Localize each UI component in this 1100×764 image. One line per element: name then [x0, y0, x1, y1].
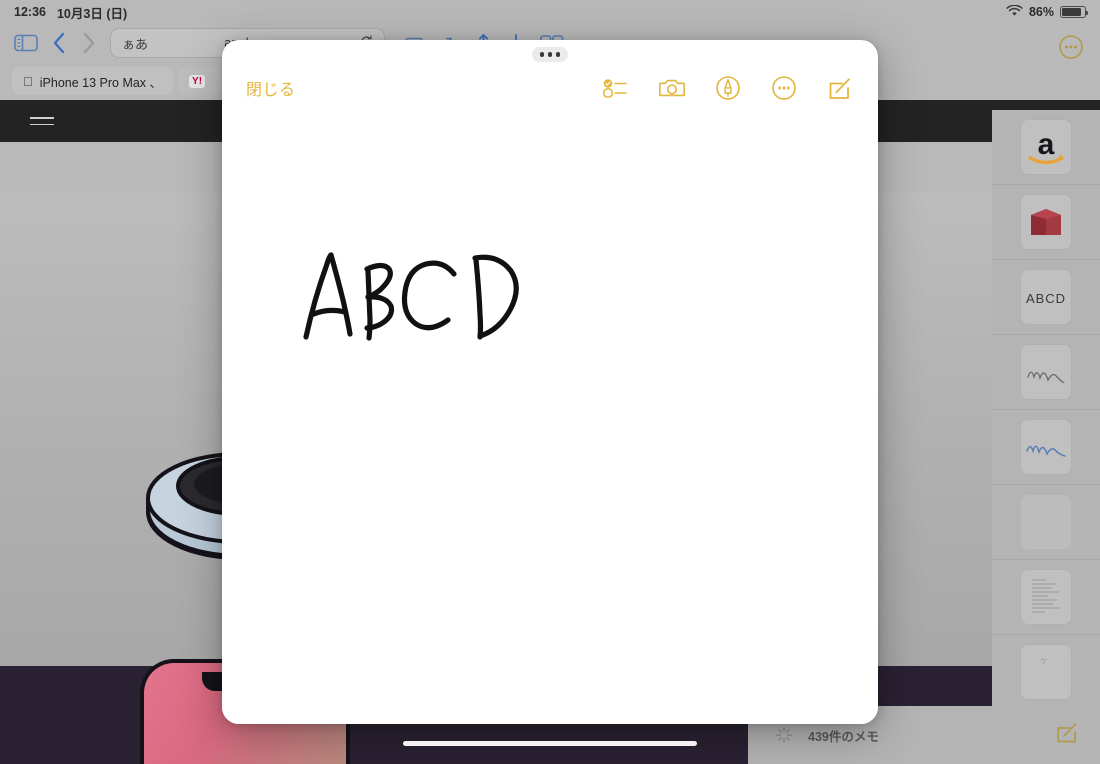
browser-tab-apple[interactable]:  iPhone 13 Pro Max 、 [12, 67, 174, 95]
compose-icon[interactable] [826, 74, 854, 102]
note-thumb-sparse: ケ [1020, 644, 1072, 700]
status-date: 10月3日 (日) [56, 6, 128, 21]
sync-spinner-icon [776, 727, 792, 743]
battery-percent: 86% [1028, 5, 1054, 19]
browser-tab-yahoo[interactable]: Y! [178, 67, 224, 95]
status-bar: 12:36 10月3日 (日) 86% [0, 0, 1100, 24]
note-thumb-empty [1020, 494, 1072, 550]
chevron-right-icon [81, 32, 96, 54]
close-button[interactable]: 閉じる [246, 76, 296, 100]
note-list-item[interactable]: a [992, 110, 1100, 185]
note-list-item[interactable]: ABCD [992, 260, 1100, 335]
svg-text:a: a [1038, 128, 1055, 161]
note-thumb-amazon: a [1020, 119, 1072, 175]
hamburger-menu-icon[interactable] [30, 112, 54, 130]
note-list-item[interactable] [992, 335, 1100, 410]
wifi-icon [1006, 4, 1023, 20]
note-thumb-document [1020, 569, 1072, 625]
handwritten-note-content [300, 242, 530, 357]
note-list-item[interactable] [992, 185, 1100, 260]
svg-text:ケ: ケ [1040, 657, 1048, 666]
note-canvas[interactable] [222, 112, 878, 724]
note-list-item[interactable] [992, 410, 1100, 485]
chevron-left-icon[interactable] [52, 32, 67, 54]
note-thumb-abcd: ABCD [1020, 269, 1072, 325]
checklist-icon[interactable] [602, 74, 630, 102]
note-thumb-redbox [1020, 194, 1072, 250]
home-indicator [403, 741, 697, 746]
reader-size-label[interactable]: ぁあ [122, 34, 148, 53]
status-time: 12:36 [14, 5, 46, 19]
more-circle-icon[interactable] [770, 74, 798, 102]
sidebar-toggle-icon[interactable] [14, 33, 38, 53]
note-list-item[interactable] [992, 485, 1100, 560]
markup-pen-icon[interactable] [714, 74, 742, 102]
notes-toolbar: 閉じる [222, 64, 878, 112]
notes-slide-over-window[interactable]: 閉じる [222, 40, 878, 724]
more-circle-icon[interactable] [1058, 34, 1084, 65]
notes-count-label: 439件のメモ [808, 729, 879, 744]
note-list-item[interactable]: ケ [992, 635, 1100, 710]
notes-list-sidebar[interactable]: a ABCD ケ [992, 110, 1100, 710]
browser-tab-title: iPhone 13 Pro Max 、 [30, 75, 162, 90]
note-thumb-scribble-blue [1020, 419, 1072, 475]
svg-text:ABCD: ABCD [1026, 291, 1066, 306]
apple-icon:  [23, 75, 33, 88]
yahoo-icon: Y! [189, 74, 206, 88]
compose-icon[interactable] [1055, 720, 1080, 750]
camera-icon[interactable] [658, 74, 686, 102]
battery-icon [1060, 6, 1089, 18]
drag-handle[interactable] [532, 47, 568, 62]
note-thumb-scribble-gray [1020, 344, 1072, 400]
note-list-item[interactable] [992, 560, 1100, 635]
